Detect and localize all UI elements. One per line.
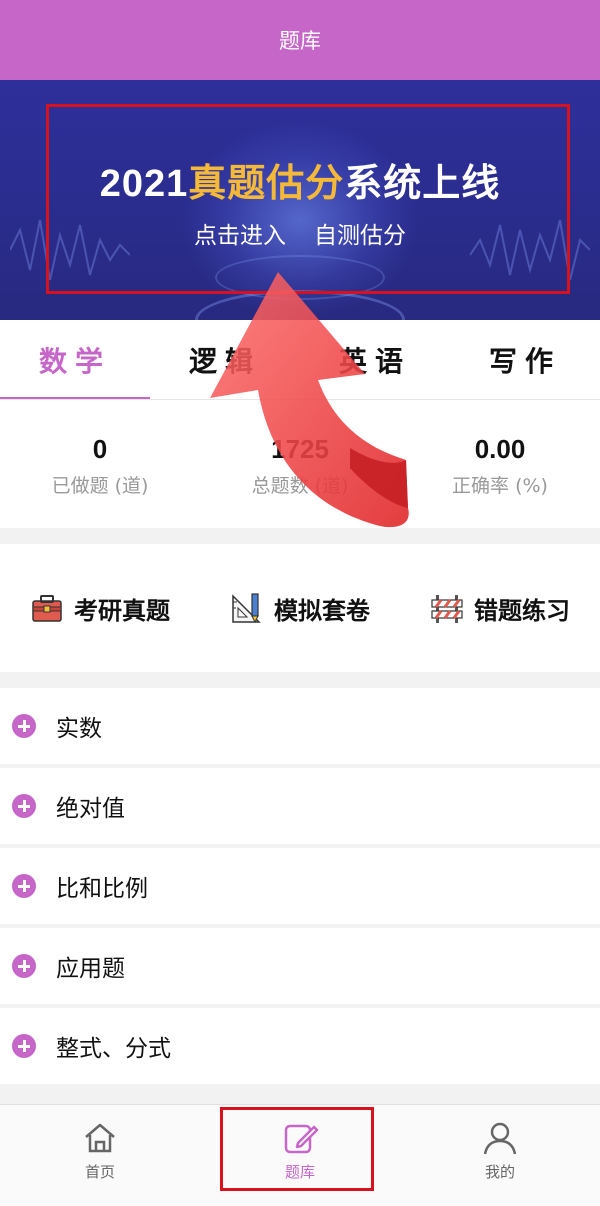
shortcut-past-exams[interactable]: 考研真题 <box>0 544 200 672</box>
stat-value: 0.00 <box>474 434 526 464</box>
shortcut-label: 错题练习 <box>474 596 570 625</box>
tabbar-label: 我的 <box>484 1163 515 1181</box>
tabbar-me[interactable]: 我的 <box>400 1105 600 1206</box>
stat-label: 已做题 (道) <box>51 475 149 497</box>
list-item[interactable]: 应用题 <box>0 928 600 1008</box>
shortcut-label: 考研真题 <box>74 596 170 625</box>
page-title: 题库 <box>279 29 321 53</box>
expand-plus-icon[interactable] <box>12 714 36 738</box>
shortcut-row: 考研真题 模拟套卷 错题练习 <box>0 544 600 672</box>
expand-plus-icon[interactable] <box>12 954 36 978</box>
bottom-tab-bar: 首页 题库 我的 <box>0 1104 600 1206</box>
subject-tabs: 数学 逻辑 英语 写作 <box>0 320 600 400</box>
expand-plus-icon[interactable] <box>12 874 36 898</box>
list-item[interactable]: 整式、分式 <box>0 1008 600 1088</box>
tab-logic[interactable]: 逻辑 <box>150 320 300 400</box>
topic-label: 整式、分式 <box>56 1036 171 1062</box>
home-icon <box>85 1123 115 1153</box>
topic-label: 比和比例 <box>56 876 148 902</box>
stat-value: 1725 <box>271 434 329 464</box>
stats-panel: 0 已做题 (道) 1725 总题数 (道) 0.00 正确率 (%) <box>0 400 600 528</box>
expand-plus-icon[interactable] <box>12 1034 36 1058</box>
tab-english[interactable]: 英语 <box>300 320 450 400</box>
tabbar-question-bank[interactable]: 题库 <box>200 1105 400 1206</box>
ruler-pencil-icon <box>232 593 261 624</box>
annotation-highlight-box <box>46 104 570 294</box>
topic-label: 实数 <box>56 716 102 742</box>
tab-math[interactable]: 数学 <box>0 320 150 400</box>
barrier-icon <box>431 595 463 623</box>
stat-value: 0 <box>92 434 108 464</box>
topic-list: 实数 绝对值 比和比例 应用题 整式、分式 <box>0 688 600 1088</box>
shortcut-label: 模拟套卷 <box>274 596 370 625</box>
expand-plus-icon[interactable] <box>12 794 36 818</box>
list-item[interactable]: 绝对值 <box>0 768 600 848</box>
annotation-highlight-box <box>220 1107 374 1191</box>
tabbar-label: 首页 <box>84 1163 115 1181</box>
user-icon <box>483 1122 517 1155</box>
topic-label: 绝对值 <box>56 796 125 822</box>
stat-label: 正确率 (%) <box>452 475 548 497</box>
topic-label: 应用题 <box>56 956 125 982</box>
shortcut-mock-papers[interactable]: 模拟套卷 <box>200 544 400 672</box>
tab-writing[interactable]: 写作 <box>450 320 600 400</box>
stat-total: 1725 总题数 (道) <box>200 400 400 528</box>
tabbar-home[interactable]: 首页 <box>0 1105 200 1206</box>
promo-banner[interactable]: 2021真题估分系统上线 点击进入 自测估分 <box>0 80 600 320</box>
nav-bar: 题库 <box>0 0 600 80</box>
toolbox-icon <box>32 595 62 622</box>
stat-accuracy: 0.00 正确率 (%) <box>400 400 600 528</box>
stat-label: 总题数 (道) <box>251 475 349 497</box>
list-item[interactable]: 实数 <box>0 688 600 768</box>
list-item[interactable]: 比和比例 <box>0 848 600 928</box>
shortcut-wrong-questions[interactable]: 错题练习 <box>400 544 600 672</box>
stat-done: 0 已做题 (道) <box>0 400 200 528</box>
